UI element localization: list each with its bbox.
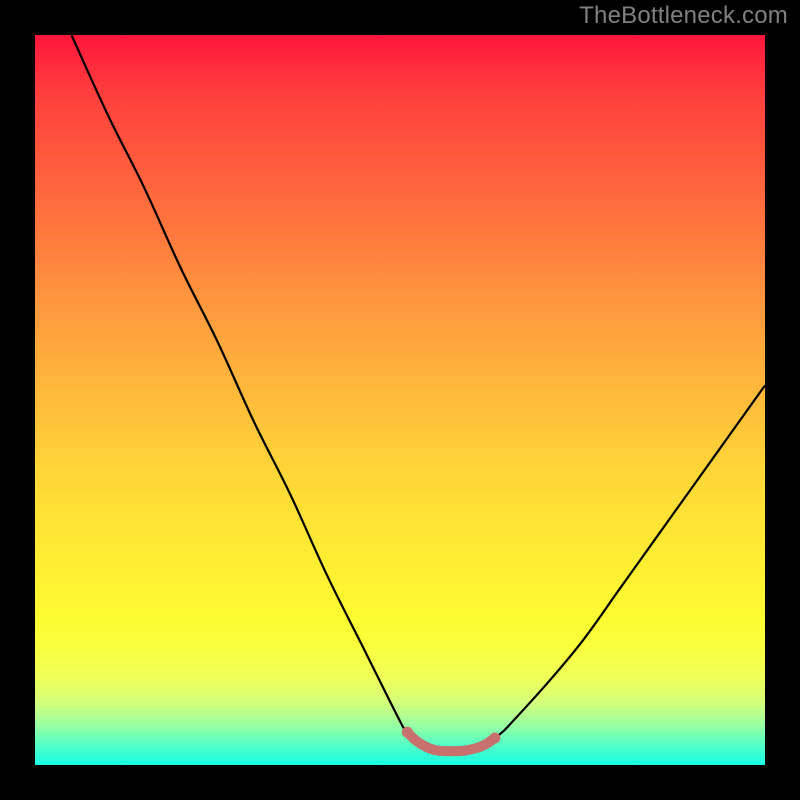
highlight-endpoint-right <box>489 732 500 743</box>
plot-area <box>35 35 765 765</box>
highlight-segment <box>407 732 495 751</box>
chart-frame: TheBottleneck.com <box>0 0 800 800</box>
highlight-endpoint-left <box>402 727 413 738</box>
bottleneck-curve <box>72 35 766 751</box>
watermark-text: TheBottleneck.com <box>579 2 788 30</box>
curve-svg <box>35 35 765 765</box>
